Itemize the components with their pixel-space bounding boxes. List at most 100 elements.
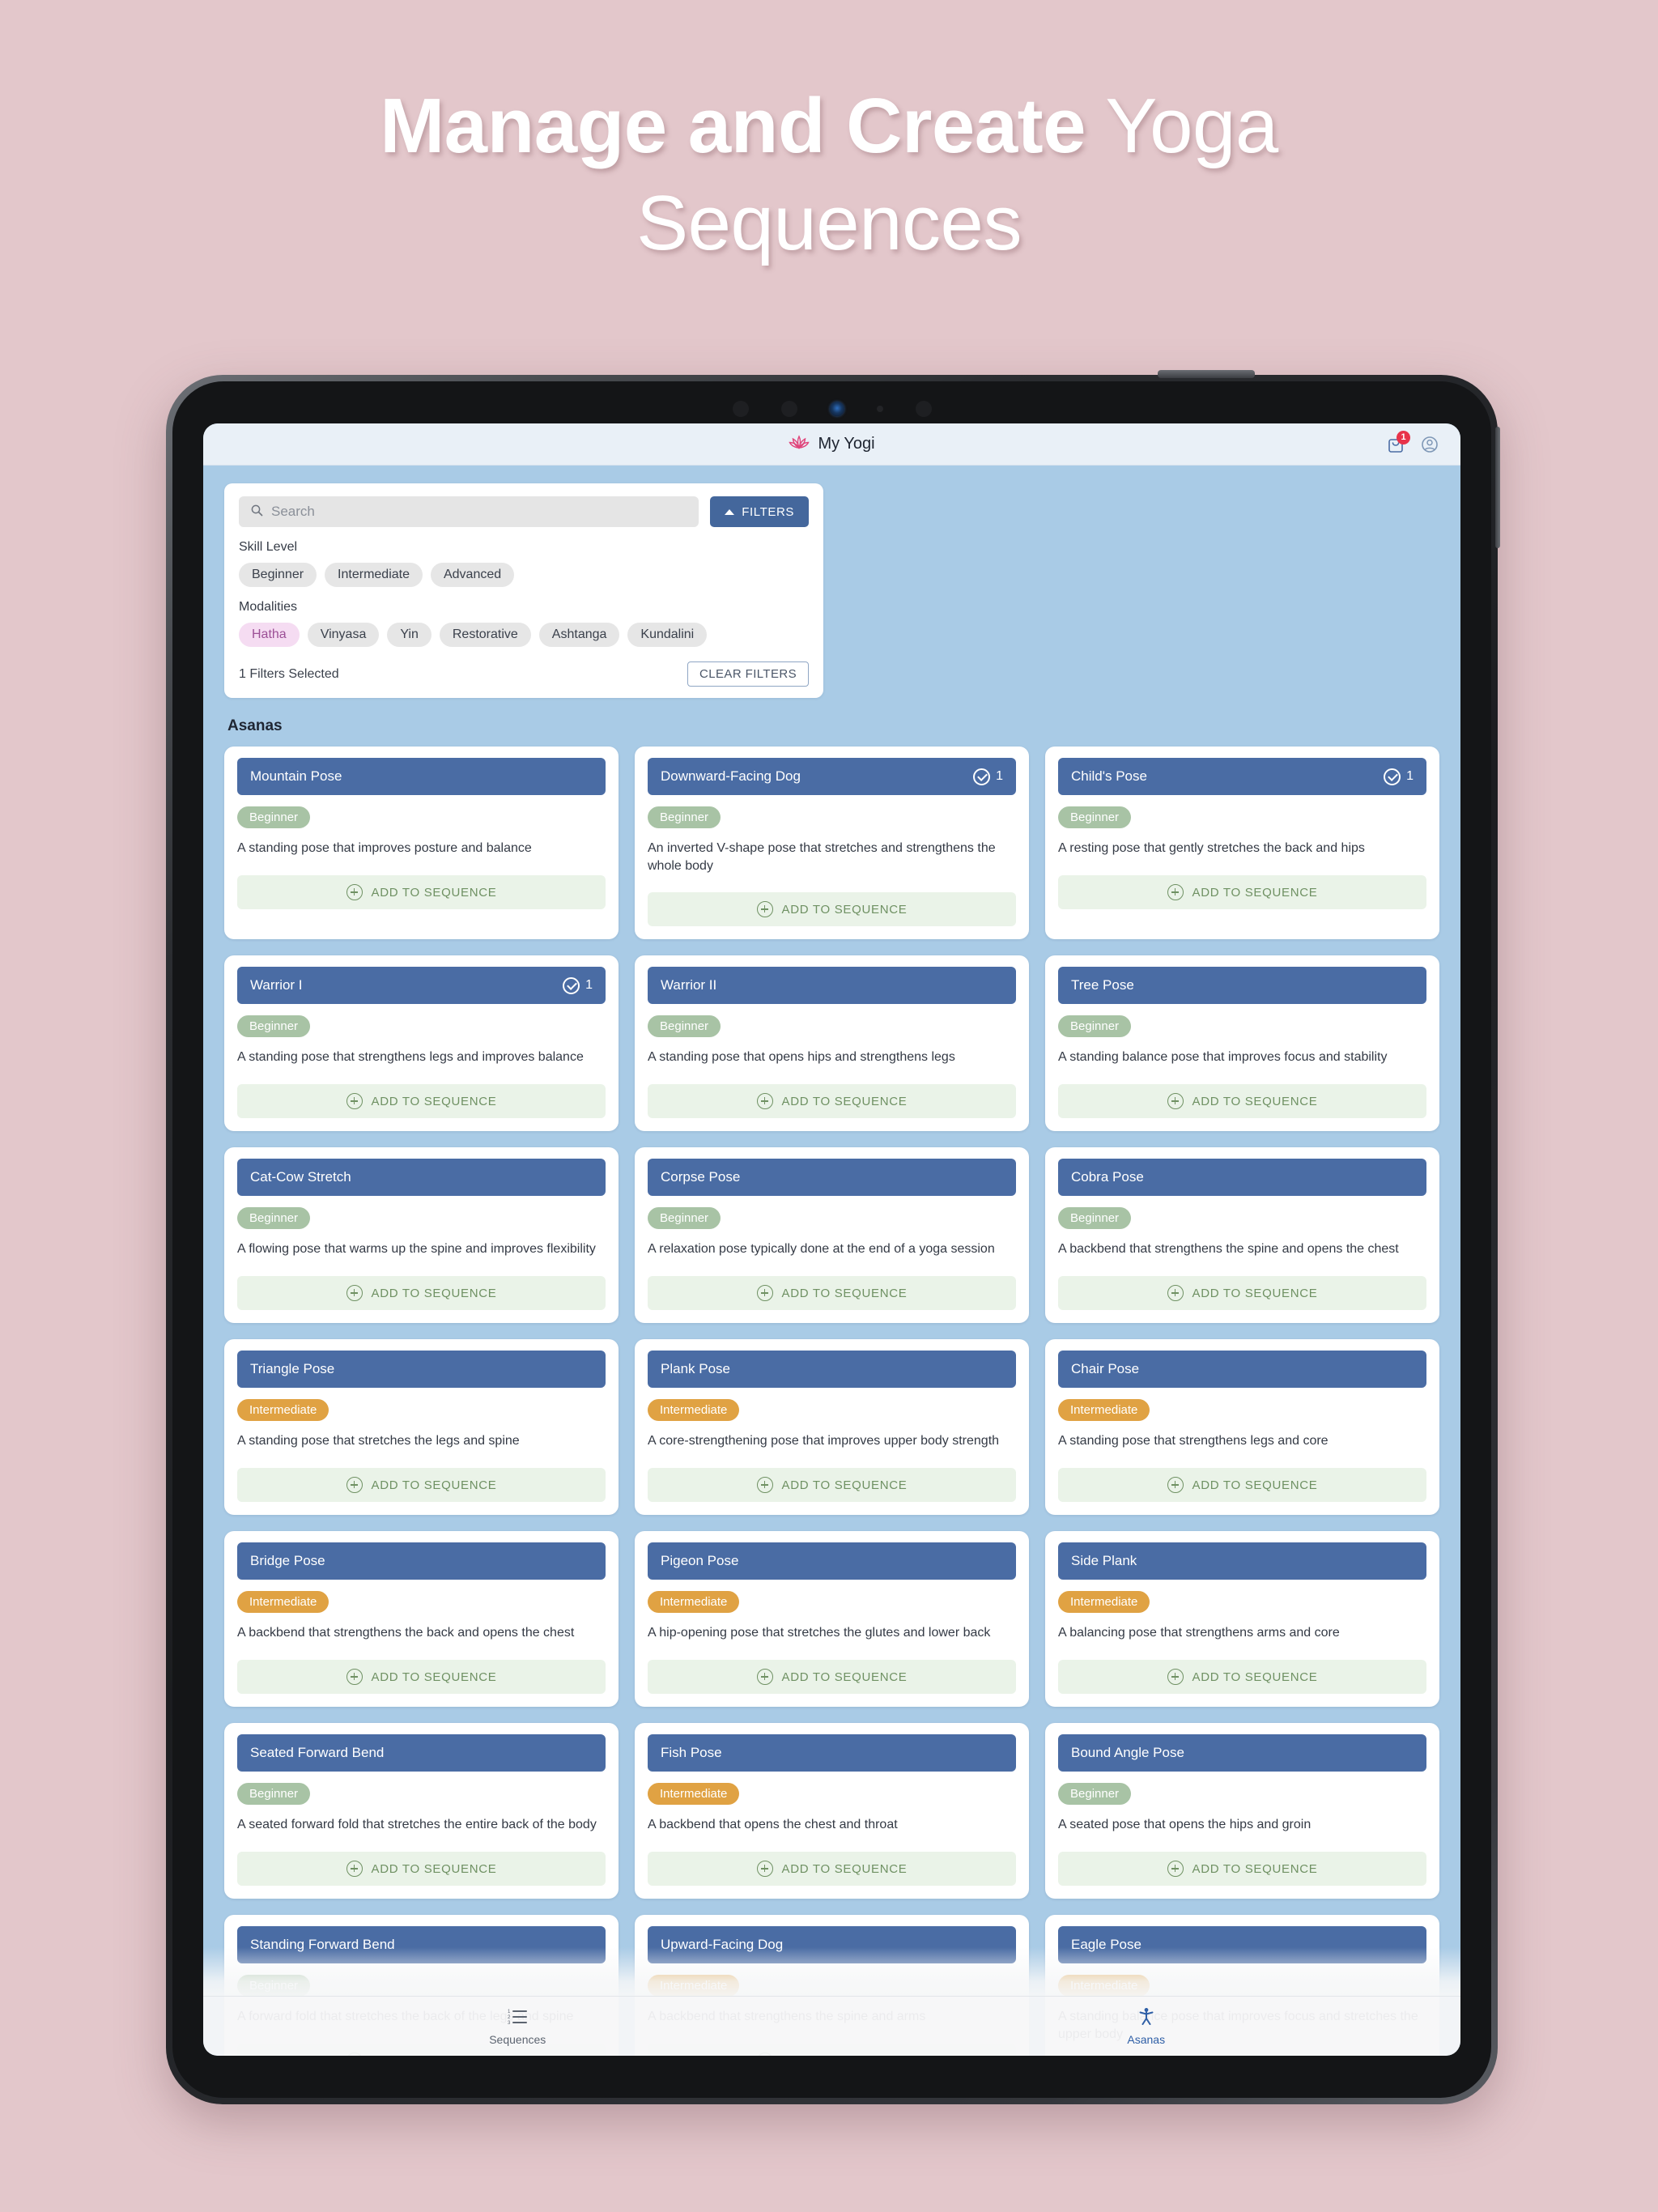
pose-card[interactable]: Cat-Cow Stretch Beginner A flowing pose th… <box>224 1147 619 1324</box>
chip-restorative[interactable]: Restorative <box>439 623 531 647</box>
pose-card[interactable]: Cobra Pose Beginner A backbend that streng… <box>1045 1147 1439 1324</box>
pose-card[interactable]: Downward-Facing Dog 1 Beginner An inverted … <box>635 747 1029 940</box>
add-to-sequence-label: ADD TO SEQUENCE <box>781 1286 908 1300</box>
pose-card[interactable]: Seated Forward Bend Beginner A seated forw… <box>224 1723 619 1899</box>
pose-name: Standing Forward Bend <box>250 1937 395 1953</box>
basket-icon[interactable]: 1 <box>1386 430 1410 454</box>
pose-sequence-count: 1 <box>563 976 593 994</box>
tablet-device: My Yogi 1 Search FILTERS Skill Level Beg… <box>166 370 1500 2104</box>
plus-circle-icon <box>756 1093 773 1110</box>
add-to-sequence-label: ADD TO SEQUENCE <box>1192 885 1318 900</box>
chip-beginner[interactable]: Beginner <box>239 563 317 587</box>
sensor-dot <box>780 401 797 417</box>
pose-level-row: Beginner <box>237 1004 606 1038</box>
pose-card[interactable]: Bridge Pose Intermediate A backbend that s… <box>224 1531 619 1708</box>
pose-card[interactable]: Child's Pose 1 Beginner A resting pose that… <box>1045 747 1439 940</box>
plus-circle-icon <box>1167 1477 1184 1494</box>
chip-ashtanga[interactable]: Ashtanga <box>538 623 620 647</box>
add-to-sequence-button[interactable]: ADD TO SEQUENCE <box>648 1468 1016 1503</box>
add-to-sequence-button[interactable]: ADD TO SEQUENCE <box>648 892 1016 927</box>
pose-sequence-count: 1 <box>973 768 1003 785</box>
pose-description: A backbend that strengthens the spine an… <box>1058 1242 1399 1257</box>
search-box[interactable] <box>239 496 699 527</box>
level-badge: Intermediate <box>1058 1975 1150 1997</box>
device-top-button[interactable] <box>1158 370 1255 378</box>
add-to-sequence-button[interactable]: ADD TO SEQUENCE <box>648 1660 1016 1695</box>
add-to-sequence-button[interactable]: ADD TO SEQUENCE <box>648 1084 1016 1119</box>
add-to-sequence-label: ADD TO SEQUENCE <box>1192 1861 1318 1876</box>
pose-description: A relaxation pose typically done at the … <box>648 1242 995 1257</box>
add-to-sequence-button[interactable]: ADD TO SEQUENCE <box>648 1276 1016 1311</box>
pose-level-row: Beginner <box>237 795 606 828</box>
pose-name: Mountain Pose <box>250 768 342 784</box>
level-badge: Intermediate <box>1058 1591 1150 1614</box>
add-to-sequence-button[interactable]: ADD TO SEQUENCE <box>1058 1660 1426 1695</box>
plus-circle-icon <box>756 1285 773 1302</box>
hero-light-text: Yoga <box>1085 83 1278 169</box>
chip-vinyasa[interactable]: Vinyasa <box>307 623 380 647</box>
add-to-sequence-button[interactable]: ADD TO SEQUENCE <box>237 1852 606 1887</box>
pose-name: Cat-Cow Stretch <box>250 1169 351 1185</box>
add-to-sequence-button[interactable]: ADD TO SEQUENCE <box>237 1468 606 1503</box>
add-to-sequence-label: ADD TO SEQUENCE <box>371 885 497 900</box>
add-to-sequence-button[interactable]: ADD TO SEQUENCE <box>237 1084 606 1119</box>
pose-description: A core-strengthening pose that improves … <box>648 1434 1000 1448</box>
add-to-sequence-label: ADD TO SEQUENCE <box>371 1286 497 1300</box>
chip-kundalini[interactable]: Kundalini <box>627 623 708 647</box>
add-to-sequence-button[interactable]: ADD TO SEQUENCE <box>237 1660 606 1695</box>
pose-card[interactable]: Pigeon Pose Intermediate A hip-opening pos… <box>635 1531 1029 1708</box>
pose-card[interactable]: Bound Angle Pose Beginner A seated pose th… <box>1045 1723 1439 1899</box>
pose-card[interactable]: Warrior I 1 Beginner A standing pose that s… <box>224 955 619 1132</box>
pose-level-row: Beginner <box>237 1963 606 1997</box>
add-to-sequence-button[interactable]: ADD TO SEQUENCE <box>648 1852 1016 1887</box>
pose-card[interactable]: Plank Pose Intermediate A core-strengtheni… <box>635 1339 1029 1516</box>
tab-asanas[interactable]: Asanas <box>1073 2007 1219 2046</box>
chip-hatha[interactable]: Hatha <box>239 623 300 647</box>
tab-sequences[interactable]: 1 2 3 Sequences <box>444 2007 590 2046</box>
chip-intermediate[interactable]: Intermediate <box>325 563 423 587</box>
level-badge: Beginner <box>1058 1015 1132 1038</box>
level-badge: Intermediate <box>648 1591 740 1614</box>
pose-card[interactable]: Mountain Pose Beginner A standing pose tha… <box>224 747 619 940</box>
plus-circle-icon <box>756 1477 773 1494</box>
add-to-sequence-button[interactable]: ADD TO SEQUENCE <box>237 875 606 909</box>
pose-card[interactable]: Chair Pose Intermediate A standing pose th… <box>1045 1339 1439 1516</box>
pose-card[interactable]: Side Plank Intermediate A balancing pose t… <box>1045 1531 1439 1708</box>
pose-name: Chair Pose <box>1071 1361 1140 1377</box>
chip-advanced[interactable]: Advanced <box>430 563 515 587</box>
lotus-icon <box>789 434 810 454</box>
device-power-button[interactable] <box>1495 427 1500 548</box>
pose-card-header: Cat-Cow Stretch <box>237 1159 606 1197</box>
filters-button-label: FILTERS <box>742 504 794 519</box>
pose-card[interactable]: Tree Pose Beginner A standing balance pose… <box>1045 955 1439 1132</box>
pose-card[interactable]: Corpse Pose Beginner A relaxation pose typ… <box>635 1147 1029 1324</box>
sensor-dot <box>876 406 883 412</box>
pose-description: A resting pose that gently stretches the… <box>1058 841 1365 855</box>
chip-yin[interactable]: Yin <box>387 623 432 647</box>
pose-card[interactable]: Warrior II Beginner A standing pose that o… <box>635 955 1029 1132</box>
pose-level-row: Intermediate <box>1058 1963 1426 1997</box>
pose-card-header: Triangle Pose <box>237 1351 606 1389</box>
add-to-sequence-button[interactable]: ADD TO SEQUENCE <box>1058 875 1426 909</box>
add-to-sequence-button[interactable]: ADD TO SEQUENCE <box>1058 1852 1426 1887</box>
pose-sequence-count: 1 <box>1384 768 1414 785</box>
add-to-sequence-button[interactable]: ADD TO SEQUENCE <box>1058 1468 1426 1503</box>
account-circle-icon[interactable] <box>1420 435 1439 454</box>
add-to-sequence-button[interactable]: ADD TO SEQUENCE <box>1058 1084 1426 1119</box>
clear-filters-button[interactable]: CLEAR FILTERS <box>687 661 809 687</box>
level-badge: Beginner <box>237 1783 311 1806</box>
pose-level-row: Beginner <box>1058 1196 1426 1230</box>
main-scroll-area[interactable]: FILTERS Skill Level Beginner Intermediat… <box>203 466 1460 2056</box>
pose-level-row: Beginner <box>237 1772 606 1806</box>
check-circle-icon <box>973 768 991 785</box>
search-input[interactable] <box>271 504 688 520</box>
pose-card-header: Seated Forward Bend <box>237 1734 606 1772</box>
add-to-sequence-button[interactable]: ADD TO SEQUENCE <box>237 1276 606 1311</box>
add-to-sequence-button[interactable]: ADD TO SEQUENCE <box>1058 1276 1426 1311</box>
pose-description: A hip-opening pose that stretches the gl… <box>648 1626 991 1640</box>
chevron-up-icon <box>725 508 735 515</box>
level-badge: Beginner <box>1058 806 1132 828</box>
pose-card[interactable]: Fish Pose Intermediate A backbend that ope… <box>635 1723 1029 1899</box>
pose-card[interactable]: Triangle Pose Intermediate A standing pose… <box>224 1339 619 1516</box>
filters-toggle-button[interactable]: FILTERS <box>710 496 809 527</box>
